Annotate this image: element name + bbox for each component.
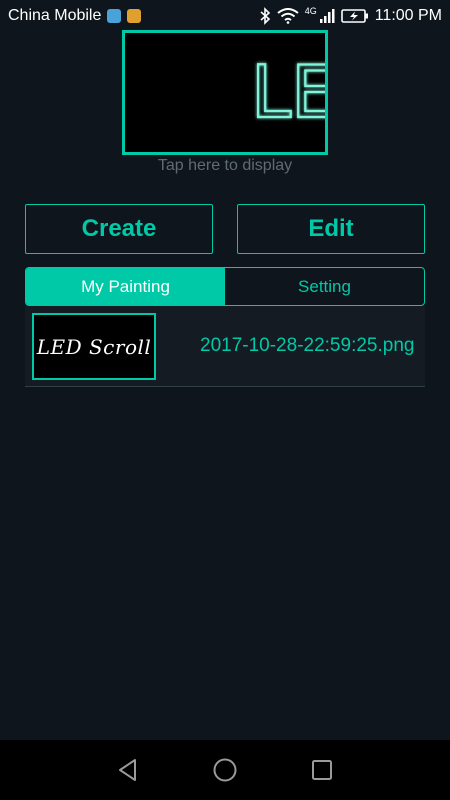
preview-hint[interactable]: Tap here to display (0, 157, 450, 175)
battery-charging-icon (340, 8, 369, 24)
list-item[interactable]: LED Scroll 2017-10-28-22:59:25.png (25, 306, 425, 387)
status-left: China Mobile (8, 7, 142, 25)
painting-thumbnail: LED Scroll (32, 313, 156, 380)
app-notification-icon (127, 9, 142, 23)
navigation-bar (0, 740, 450, 800)
led-preview[interactable]: LE (122, 30, 328, 155)
status-bar: China Mobile 4G 11:00 PM (0, 0, 450, 32)
network-type: 4G (304, 6, 317, 16)
signal-icon (319, 8, 335, 24)
back-icon[interactable] (108, 750, 148, 790)
recents-icon[interactable] (302, 750, 342, 790)
painting-list: LED Scroll 2017-10-28-22:59:25.png (25, 306, 425, 387)
carrier-label: China Mobile (8, 7, 102, 24)
edit-button[interactable]: Edit (237, 204, 425, 254)
tab-my-painting[interactable]: My Painting (26, 268, 225, 305)
create-button[interactable]: Create (25, 204, 213, 254)
bluetooth-icon (259, 7, 271, 25)
notification-icon (107, 9, 122, 23)
file-name: 2017-10-28-22:59:25.png (200, 335, 415, 356)
tab-bar: My Painting Setting (25, 267, 425, 306)
clock: 11:00 PM (374, 7, 442, 24)
wifi-icon (277, 8, 299, 24)
led-preview-canvas: LE (250, 49, 325, 135)
tab-setting[interactable]: Setting (225, 268, 424, 305)
led-preview-text: LE (251, 50, 325, 134)
status-right: 4G 11:00 PM (259, 6, 442, 25)
thumbnail-text: LED Scroll (36, 334, 152, 359)
home-icon[interactable] (205, 750, 245, 790)
